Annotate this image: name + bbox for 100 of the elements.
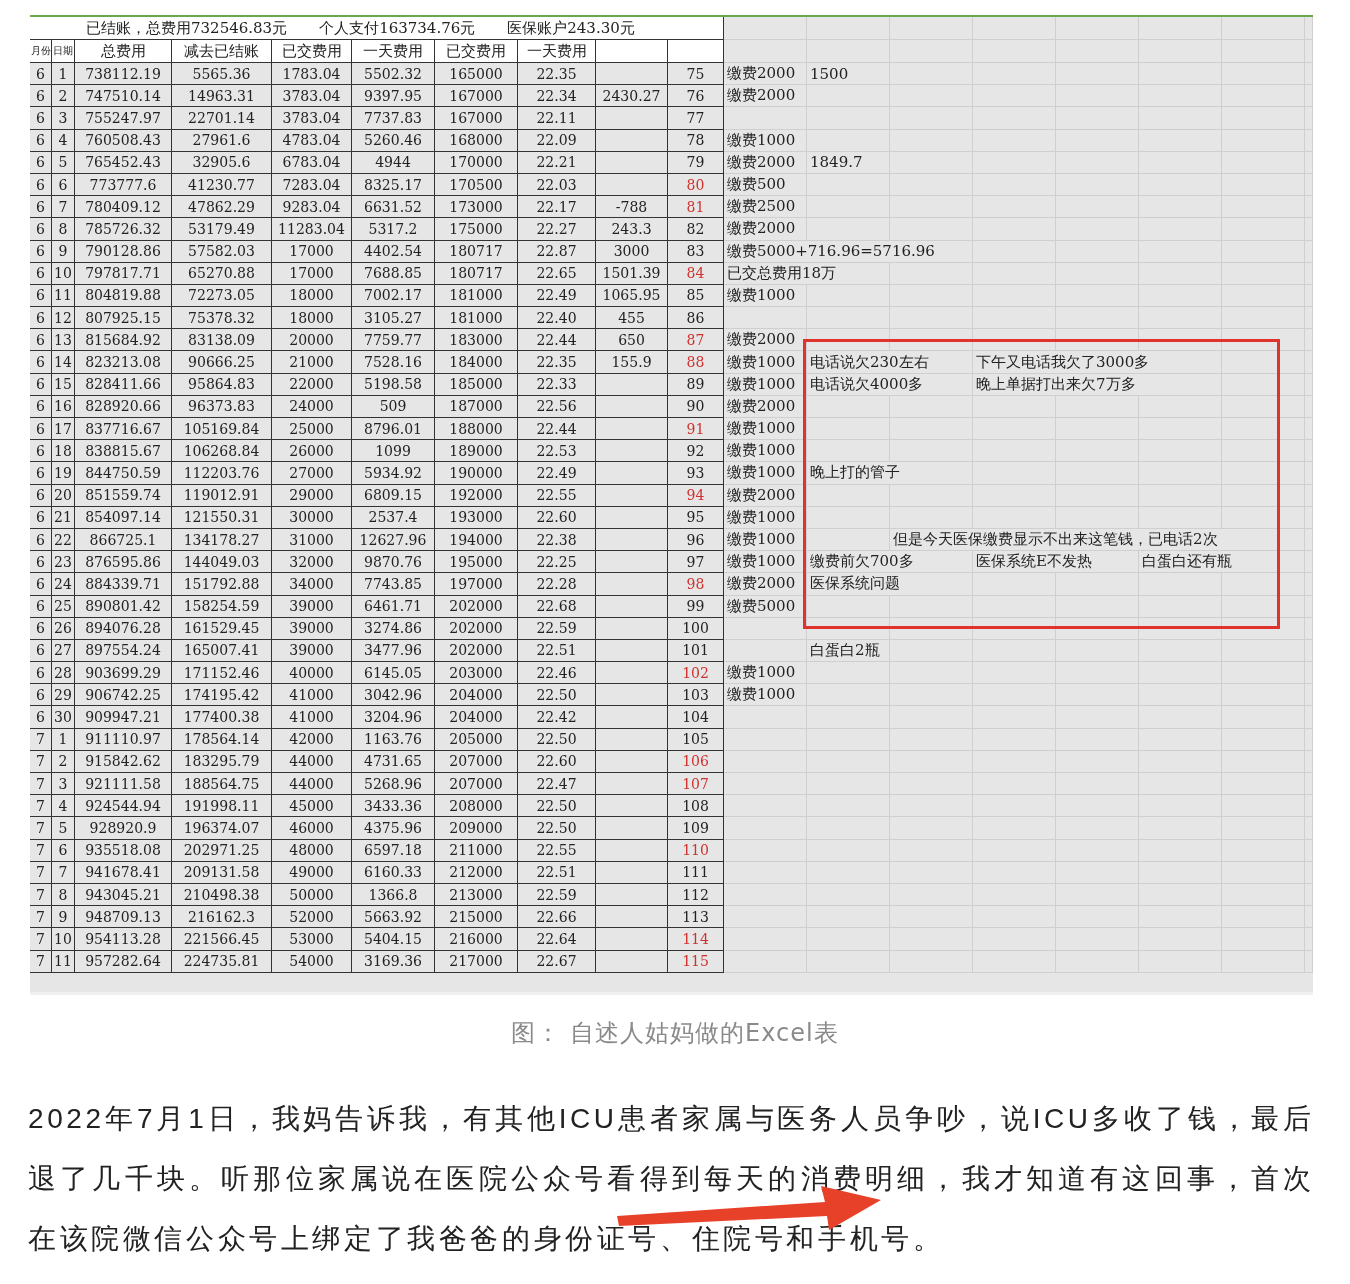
- note-cell: 缴费500: [724, 173, 807, 197]
- table-cell: 20000: [272, 329, 352, 352]
- table-cell: 100: [668, 617, 724, 640]
- table-cell: 165000: [435, 63, 518, 86]
- table-cell: 785726.32: [75, 218, 172, 241]
- table-cell: 935518.08: [75, 839, 172, 862]
- table-cell: 72273.05: [172, 284, 272, 308]
- table-cell: 7: [52, 196, 75, 219]
- table-cell: 195000: [435, 551, 518, 574]
- table-cell: [596, 573, 668, 596]
- note-cell: 白蛋白2瓶: [807, 639, 890, 663]
- table-cell: 114: [668, 928, 724, 951]
- table-cell: 94: [668, 484, 724, 507]
- table-cell: [596, 107, 668, 130]
- table-cell: 14: [52, 351, 75, 374]
- table-cell: [596, 750, 668, 773]
- table-cell: 202000: [435, 617, 518, 640]
- table-cell: 98: [668, 573, 724, 596]
- table-cell: 6: [30, 639, 52, 663]
- table-cell: 943045.21: [75, 883, 172, 907]
- table-cell: 8: [52, 883, 75, 907]
- note-cell: 缴费2000: [724, 395, 807, 418]
- table-cell: 22.50: [518, 728, 596, 751]
- table-cell: 9870.76: [352, 551, 435, 574]
- table-cell: 7737.83: [352, 107, 435, 130]
- table-cell: 9397.95: [352, 85, 435, 108]
- table-cell: 22.49: [518, 462, 596, 485]
- table-cell: 22000: [272, 373, 352, 396]
- table-cell: 52000: [272, 906, 352, 929]
- table-cell: 171152.46: [172, 662, 272, 685]
- table-cell: 6145.05: [352, 662, 435, 685]
- table-cell: 178564.14: [172, 728, 272, 751]
- table-cell: 6: [30, 617, 52, 640]
- table-cell: 205000: [435, 728, 518, 751]
- table-cell: 903699.29: [75, 662, 172, 685]
- table-cell: 1783.04: [272, 63, 352, 86]
- table-cell: 7688.85: [352, 262, 435, 285]
- table-cell: 2537.4: [352, 506, 435, 529]
- table-cell: 890801.42: [75, 595, 172, 618]
- table-cell: 3204.96: [352, 706, 435, 729]
- table-cell: 6: [30, 329, 52, 352]
- table-cell: 79: [668, 151, 724, 174]
- table-cell: 207000: [435, 773, 518, 796]
- table-cell: 948709.13: [75, 906, 172, 929]
- table-cell: [596, 484, 668, 507]
- table-cell: [596, 728, 668, 751]
- table-cell: 6: [30, 551, 52, 574]
- table-cell: 6631.52: [352, 196, 435, 219]
- table-cell: 211000: [435, 839, 518, 862]
- table-cell: 18: [52, 440, 75, 463]
- table-cell: 6: [30, 373, 52, 396]
- table-cell: 46000: [272, 817, 352, 840]
- table-cell: 202000: [435, 595, 518, 618]
- table-cell: 22.40: [518, 307, 596, 330]
- table-cell: [596, 395, 668, 418]
- table-cell: 6: [30, 573, 52, 596]
- table-cell: 7: [30, 773, 52, 796]
- table-cell: 828920.66: [75, 395, 172, 418]
- table-cell: 18000: [272, 284, 352, 308]
- table-cell: 196374.07: [172, 817, 272, 840]
- table-cell: 40000: [272, 662, 352, 685]
- note-cell: 已交总费用18万: [724, 262, 890, 285]
- note-cell: 缴费2500: [724, 196, 807, 219]
- table-cell: 22.35: [518, 351, 596, 374]
- table-cell: 210498.38: [172, 883, 272, 907]
- table-cell: 804819.88: [75, 284, 172, 308]
- table-cell: 204000: [435, 684, 518, 707]
- table-cell: 57582.03: [172, 240, 272, 263]
- table-cell: 170500: [435, 173, 518, 197]
- table-cell: 3169.36: [352, 950, 435, 973]
- note-cell: 缴费1000: [724, 551, 807, 574]
- table-cell: 204000: [435, 706, 518, 729]
- table-cell: 928920.9: [75, 817, 172, 840]
- table-cell: 22.34: [518, 85, 596, 108]
- table-cell: 26: [52, 617, 75, 640]
- table-cell: 5: [52, 817, 75, 840]
- note-cell: 缴费1000: [724, 418, 807, 441]
- table-cell: 96: [668, 528, 724, 552]
- table-cell: 99: [668, 595, 724, 618]
- note-cell: 缴费1000: [724, 528, 807, 552]
- table-cell: [596, 595, 668, 618]
- table-cell: 208000: [435, 795, 518, 818]
- table-cell: 197000: [435, 573, 518, 596]
- table-cell: 39000: [272, 639, 352, 663]
- table-cell: 509: [352, 395, 435, 418]
- table-cell: 21: [52, 506, 75, 529]
- table-cell: 96373.83: [172, 395, 272, 418]
- table-cell: 6160.33: [352, 861, 435, 884]
- table-cell: 22.46: [518, 662, 596, 685]
- table-cell: 121550.31: [172, 506, 272, 529]
- table-cell: 22.59: [518, 617, 596, 640]
- table-cell: 27000: [272, 462, 352, 485]
- table-cell: 22.60: [518, 506, 596, 529]
- table-cell: 119012.91: [172, 484, 272, 507]
- table-cell: 39000: [272, 617, 352, 640]
- table-cell: 22.59: [518, 883, 596, 907]
- table-cell: 3042.96: [352, 684, 435, 707]
- table-cell: 191998.11: [172, 795, 272, 818]
- table-cell: [596, 773, 668, 796]
- table-cell: 12: [52, 307, 75, 330]
